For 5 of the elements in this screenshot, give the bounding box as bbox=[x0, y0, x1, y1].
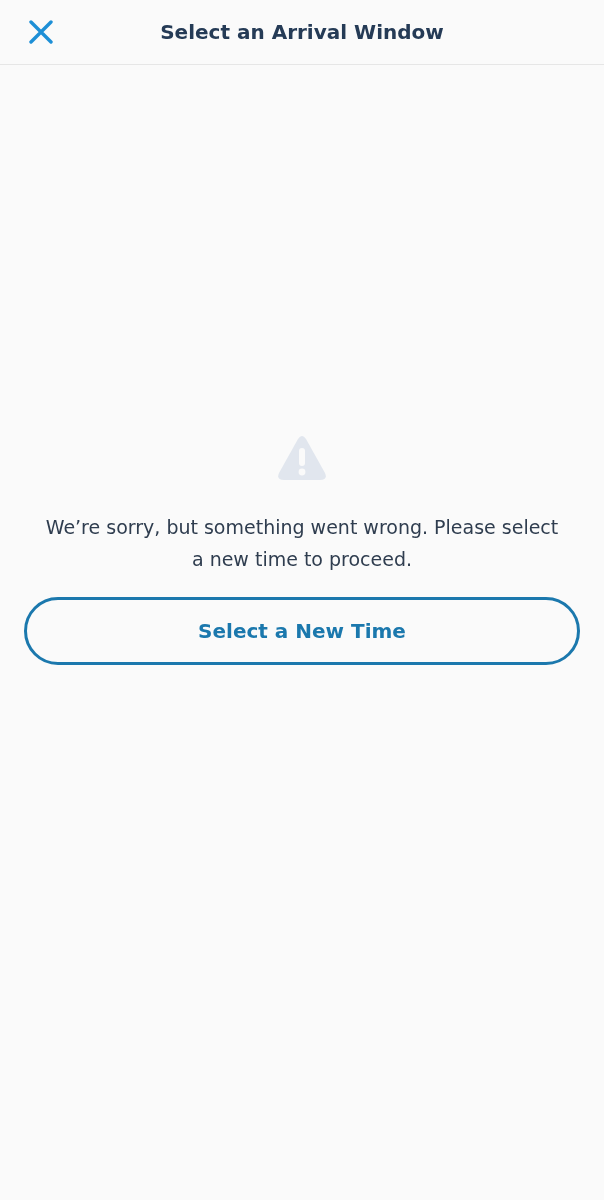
select-time-button[interactable]: Select a New Time bbox=[24, 597, 580, 665]
error-message: We’re sorry, but something went wrong. Please select a new time to proceed. bbox=[44, 515, 560, 572]
screen-title: Select an Arrival Window bbox=[160, 20, 444, 44]
warning-icon bbox=[277, 435, 327, 481]
close-icon bbox=[29, 20, 53, 44]
